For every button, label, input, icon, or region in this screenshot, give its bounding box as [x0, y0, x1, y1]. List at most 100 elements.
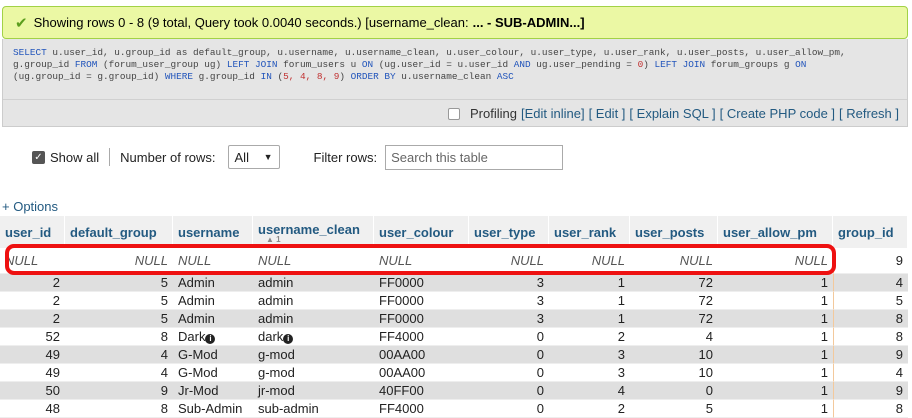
- cell[interactable]: 00AA00: [374, 364, 469, 382]
- table-row[interactable]: 2 5 Admin admin FF0000 3 1 72 1 8: [0, 310, 908, 328]
- cell[interactable]: 1: [718, 310, 833, 328]
- column-header-username[interactable]: username: [173, 216, 253, 248]
- cell[interactable]: Admin: [173, 310, 253, 328]
- cell[interactable]: 9: [833, 382, 908, 400]
- cell[interactable]: 9: [65, 382, 173, 400]
- cell[interactable]: 5: [833, 292, 908, 310]
- cell[interactable]: NULL: [65, 248, 173, 274]
- cell[interactable]: 8: [833, 400, 908, 418]
- cell[interactable]: 00AA00: [374, 346, 469, 364]
- table-row[interactable]: 49 4 G-Mod g-mod 00AA00 0 3 10 1 9: [0, 346, 908, 364]
- cell[interactable]: NULL: [469, 248, 549, 274]
- cell[interactable]: NULL: [253, 248, 374, 274]
- cell[interactable]: admin: [253, 310, 374, 328]
- cell[interactable]: 3: [469, 310, 549, 328]
- explain-sql-link[interactable]: [ Explain SQL ]: [629, 106, 715, 121]
- cell[interactable]: NULL: [0, 248, 65, 274]
- cell[interactable]: 50: [0, 382, 65, 400]
- cell[interactable]: 5: [630, 400, 718, 418]
- table-row[interactable]: 49 4 G-Mod g-mod 00AA00 0 3 10 1 4: [0, 364, 908, 382]
- cell[interactable]: 1: [718, 382, 833, 400]
- column-header-default-group[interactable]: default_group: [65, 216, 173, 248]
- cell[interactable]: 0: [469, 364, 549, 382]
- cell[interactable]: 3: [469, 292, 549, 310]
- cell[interactable]: 1: [718, 346, 833, 364]
- cell[interactable]: G-Mod: [173, 364, 253, 382]
- edit-link[interactable]: [ Edit ]: [589, 106, 626, 121]
- cell[interactable]: 1: [718, 274, 833, 292]
- cell[interactable]: 10: [630, 346, 718, 364]
- table-row[interactable]: 2 5 Admin admin FF0000 3 1 72 1 4: [0, 274, 908, 292]
- show-all-checkbox[interactable]: ✓: [32, 150, 45, 164]
- cell[interactable]: 40FF00: [374, 382, 469, 400]
- column-header-user-posts[interactable]: user_posts: [630, 216, 718, 248]
- cell[interactable]: 1: [549, 274, 630, 292]
- cell[interactable]: 5: [65, 310, 173, 328]
- cell[interactable]: 1: [549, 292, 630, 310]
- cell[interactable]: 5: [65, 292, 173, 310]
- cell[interactable]: g-mod: [253, 364, 374, 382]
- cell[interactable]: 1: [718, 400, 833, 418]
- cell[interactable]: 9: [833, 248, 908, 274]
- cell[interactable]: 3: [549, 364, 630, 382]
- profiling-checkbox[interactable]: [448, 107, 460, 120]
- cell[interactable]: 4: [833, 364, 908, 382]
- cell[interactable]: 4: [65, 364, 173, 382]
- table-row[interactable]: 52 8 Dark i dark i FF4000 0 2 4 1 8: [0, 328, 908, 346]
- cell[interactable]: admin: [253, 274, 374, 292]
- cell[interactable]: NULL: [549, 248, 630, 274]
- cell[interactable]: 8: [833, 328, 908, 346]
- cell[interactable]: 4: [630, 328, 718, 346]
- cell[interactable]: 48: [0, 400, 65, 418]
- cell[interactable]: FF4000: [374, 400, 469, 418]
- cell[interactable]: 10: [630, 364, 718, 382]
- table-row[interactable]: 50 9 Jr-Mod jr-mod 40FF00 0 4 0 1 9: [0, 382, 908, 400]
- cell[interactable]: 1: [718, 292, 833, 310]
- cell[interactable]: 72: [630, 274, 718, 292]
- cell[interactable]: admin: [253, 292, 374, 310]
- column-header-user-type[interactable]: user_type: [469, 216, 549, 248]
- cell[interactable]: 49: [0, 346, 65, 364]
- cell[interactable]: 2: [549, 400, 630, 418]
- column-header-group-id[interactable]: group_id: [833, 216, 908, 248]
- cell[interactable]: 0: [469, 346, 549, 364]
- cell[interactable]: Sub-Admin: [173, 400, 253, 418]
- cell[interactable]: Admin: [173, 274, 253, 292]
- cell[interactable]: FF0000: [374, 274, 469, 292]
- cell[interactable]: 3: [469, 274, 549, 292]
- cell[interactable]: 9: [833, 346, 908, 364]
- cell[interactable]: 2: [0, 292, 65, 310]
- cell[interactable]: 2: [549, 328, 630, 346]
- cell[interactable]: 52: [0, 328, 65, 346]
- edit-inline-link[interactable]: [Edit inline]: [521, 106, 585, 121]
- cell[interactable]: NULL: [630, 248, 718, 274]
- cell[interactable]: Dark i: [173, 328, 253, 346]
- options-link[interactable]: + Options: [2, 199, 58, 214]
- cell[interactable]: FF0000: [374, 310, 469, 328]
- cell[interactable]: 49: [0, 364, 65, 382]
- cell[interactable]: 2: [0, 274, 65, 292]
- filter-rows-input[interactable]: [385, 144, 564, 170]
- table-row[interactable]: 48 8 Sub-Admin sub-admin FF4000 0 2 5 1 8: [0, 400, 908, 418]
- cell[interactable]: FF0000: [374, 292, 469, 310]
- cell[interactable]: 0: [469, 400, 549, 418]
- cell[interactable]: 4: [65, 346, 173, 364]
- cell[interactable]: 5: [65, 274, 173, 292]
- cell[interactable]: 72: [630, 310, 718, 328]
- cell[interactable]: Jr-Mod: [173, 382, 253, 400]
- cell[interactable]: Admin: [173, 292, 253, 310]
- column-header-user-id[interactable]: user_id: [0, 216, 65, 248]
- cell[interactable]: 0: [469, 382, 549, 400]
- cell[interactable]: 8: [65, 400, 173, 418]
- table-row-null[interactable]: NULL NULL NULL NULL NULL NULL NULL NULL …: [0, 248, 908, 274]
- cell[interactable]: FF4000: [374, 328, 469, 346]
- cell[interactable]: 1: [549, 310, 630, 328]
- cell[interactable]: 0: [469, 328, 549, 346]
- cell[interactable]: NULL: [374, 248, 469, 274]
- number-of-rows-select[interactable]: All ▼: [227, 145, 280, 169]
- column-header-user-colour[interactable]: user_colour: [374, 216, 469, 248]
- cell[interactable]: 2: [0, 310, 65, 328]
- cell[interactable]: 4: [833, 274, 908, 292]
- cell[interactable]: NULL: [718, 248, 833, 274]
- create-php-code-link[interactable]: [ Create PHP code ]: [720, 106, 835, 121]
